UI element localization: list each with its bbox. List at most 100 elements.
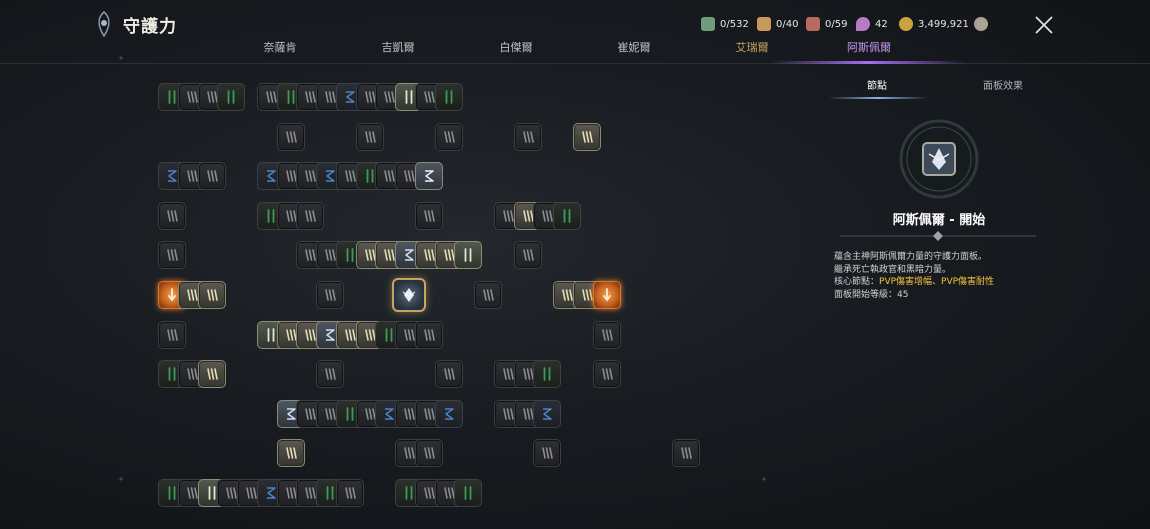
dark-rune-node[interactable] bbox=[514, 241, 542, 269]
desc-line-1: 蘊含主神阿斯佩爾力量的守護力面板。 bbox=[834, 252, 988, 262]
dark-rune-node[interactable] bbox=[514, 123, 542, 151]
dark-rune-node[interactable] bbox=[672, 439, 700, 467]
desc-start-level: 面板開始等級：45 bbox=[834, 289, 909, 300]
dark-rune-node[interactable] bbox=[593, 321, 621, 349]
rune-glyph-icon bbox=[227, 90, 235, 104]
azphel-emblem-icon bbox=[899, 119, 979, 199]
title-divider bbox=[840, 231, 1036, 241]
rune-glyph-icon bbox=[167, 249, 178, 261]
rune-glyph-icon bbox=[464, 248, 472, 262]
dark-rune-node[interactable] bbox=[336, 479, 364, 507]
currency-scroll: 0/40 bbox=[757, 17, 798, 31]
sparkle-icon bbox=[118, 55, 124, 61]
guardian-logo-icon bbox=[98, 11, 110, 37]
green-rune-node[interactable] bbox=[217, 83, 245, 111]
book-token-icon bbox=[806, 17, 820, 31]
currency-chat[interactable] bbox=[974, 17, 993, 31]
panel-tab-effects[interactable]: 面板效果 bbox=[983, 77, 1023, 92]
rune-glyph-icon bbox=[365, 131, 376, 143]
dark-rune-node[interactable] bbox=[435, 123, 463, 151]
rune-glyph-icon bbox=[424, 210, 435, 222]
desc-line-2: 繼承死亡執政官和黑暗力量。 bbox=[834, 264, 952, 275]
detail-panel-tabs: 節點 面板效果 bbox=[828, 74, 1038, 100]
dark-rune-node[interactable] bbox=[435, 360, 463, 388]
dark-rune-node[interactable] bbox=[158, 321, 186, 349]
node-description: 蘊含主神阿斯佩爾力量的守護力面板。 繼承死亡執政官和黑暗力量。 核心節點：PVP… bbox=[834, 251, 1054, 301]
gold-rune-node[interactable] bbox=[198, 360, 226, 388]
tab-nezakan[interactable]: 奈薩肯 bbox=[235, 40, 325, 56]
currency-gold: 3,499,921 bbox=[899, 17, 969, 31]
sparkle-icon bbox=[761, 476, 767, 482]
rune-glyph-icon bbox=[445, 90, 453, 104]
dark-rune-node[interactable] bbox=[316, 281, 344, 309]
rune-glyph-icon bbox=[286, 131, 297, 143]
dark-rune-node[interactable] bbox=[158, 241, 186, 269]
green-rune-node[interactable] bbox=[435, 83, 463, 111]
tab-ariel[interactable]: 艾瑞爾 bbox=[707, 40, 797, 56]
desc-core-nodes: 核心節點：PVP傷害增幅、PVP傷害耐性 bbox=[834, 277, 995, 287]
tab-azphel[interactable]: 阿斯佩爾 bbox=[824, 40, 914, 56]
rune-glyph-icon bbox=[402, 288, 416, 302]
rune-glyph-icon bbox=[424, 329, 435, 341]
currency-crystal: 42 bbox=[856, 17, 888, 31]
rune-glyph-icon bbox=[602, 368, 613, 380]
dark-rune-node[interactable] bbox=[356, 123, 384, 151]
dark-rune-node[interactable] bbox=[474, 281, 502, 309]
currency-cube: 0/532 bbox=[701, 17, 749, 31]
gold-rune-node[interactable] bbox=[198, 281, 226, 309]
rune-glyph-icon bbox=[444, 368, 455, 380]
gold-rune-node[interactable] bbox=[573, 123, 601, 151]
dark-rune-node[interactable] bbox=[296, 202, 324, 230]
dark-rune-node[interactable] bbox=[533, 439, 561, 467]
rune-glyph-icon bbox=[207, 289, 218, 301]
rune-glyph-icon bbox=[603, 288, 611, 302]
tab-zikel[interactable]: 吉凱爾 bbox=[353, 40, 443, 56]
dark-rune-node[interactable] bbox=[316, 360, 344, 388]
rune-glyph-icon bbox=[563, 209, 571, 223]
dark-rune-node[interactable] bbox=[415, 321, 443, 349]
feather-crystal-icon bbox=[856, 17, 870, 31]
core-node-pvp-amp: PVP傷害增幅 bbox=[879, 277, 933, 287]
chat-bubble-icon[interactable] bbox=[974, 17, 988, 31]
page-title: 守護力 bbox=[123, 17, 177, 37]
dark-rune-node[interactable] bbox=[593, 360, 621, 388]
green-rune-node[interactable] bbox=[454, 479, 482, 507]
rune-glyph-icon bbox=[424, 447, 435, 459]
dark-rune-node[interactable] bbox=[415, 439, 443, 467]
dark-rune-node[interactable] bbox=[277, 123, 305, 151]
core-node-pvp-resist: PVP傷害耐性 bbox=[941, 277, 995, 287]
panel-tab-nodes[interactable]: 節點 bbox=[867, 77, 887, 92]
rune-glyph-icon bbox=[681, 447, 692, 459]
node-title: 阿斯佩爾 - 開始 bbox=[892, 213, 986, 228]
green-rune-node[interactable] bbox=[553, 202, 581, 230]
rune-glyph-icon bbox=[325, 289, 336, 301]
panel-tab-underline bbox=[828, 97, 928, 99]
rune-glyph-icon bbox=[543, 408, 552, 420]
tab-triniel[interactable]: 崔妮爾 bbox=[589, 40, 679, 56]
rune-glyph-icon bbox=[445, 408, 454, 420]
gold-rune-node[interactable] bbox=[277, 439, 305, 467]
rune-glyph-icon bbox=[286, 447, 297, 459]
rune-glyph-icon bbox=[523, 249, 534, 261]
rune-glyph-icon bbox=[444, 131, 455, 143]
gold-blue-rune-node[interactable] bbox=[415, 162, 443, 190]
dark-rune-node[interactable] bbox=[158, 202, 186, 230]
dark-rune-node[interactable] bbox=[415, 202, 443, 230]
rune-glyph-icon bbox=[305, 210, 316, 222]
rune-glyph-icon bbox=[207, 170, 218, 182]
start-node[interactable] bbox=[392, 278, 426, 312]
rune-glyph-icon bbox=[167, 329, 178, 341]
rune-glyph-icon bbox=[602, 329, 613, 341]
blue-rune-node[interactable] bbox=[533, 400, 561, 428]
tab-bar: 奈薩肯 吉凱爾 白傑爾 崔妮爾 艾瑞爾 阿斯佩爾 bbox=[0, 40, 1150, 64]
tab-vaizel[interactable]: 白傑爾 bbox=[471, 40, 561, 56]
green-rune-node[interactable] bbox=[533, 360, 561, 388]
rune-glyph-icon bbox=[345, 487, 356, 499]
dark-rune-node[interactable] bbox=[198, 162, 226, 190]
gold-green-rune-node[interactable] bbox=[454, 241, 482, 269]
close-icon[interactable] bbox=[1032, 13, 1056, 37]
rune-glyph-icon bbox=[542, 447, 553, 459]
core-node-orange[interactable] bbox=[593, 281, 621, 309]
blue-rune-node[interactable] bbox=[435, 400, 463, 428]
rune-glyph-icon bbox=[425, 170, 434, 182]
